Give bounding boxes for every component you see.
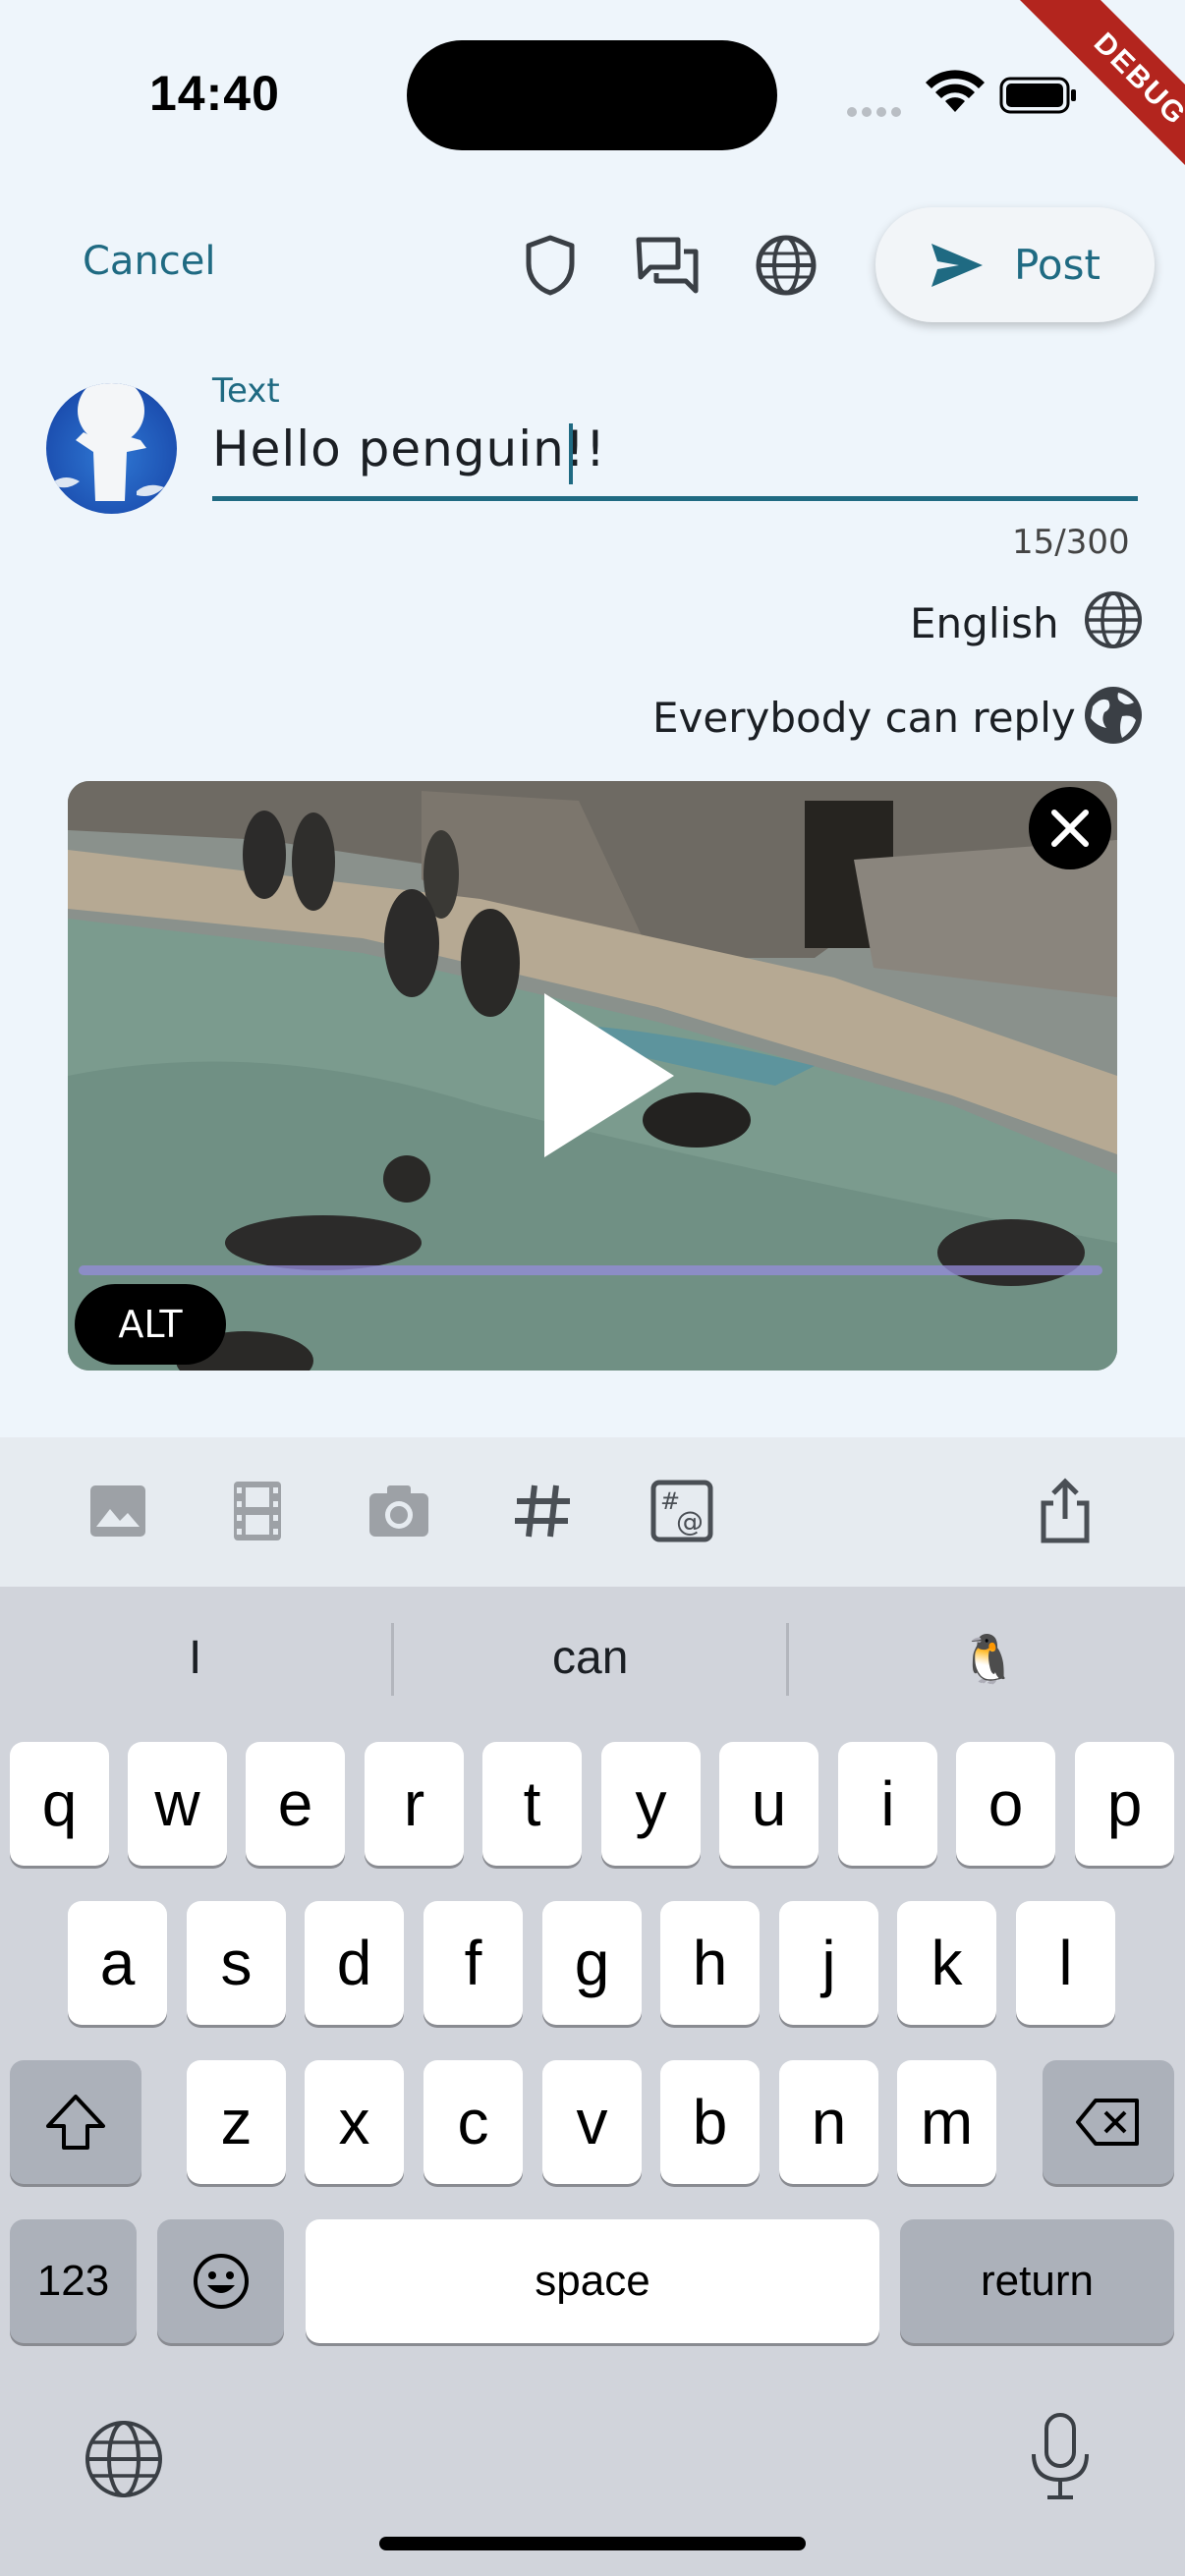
suggestion-divider: [391, 1623, 394, 1696]
svg-text:@: @: [676, 1505, 704, 1538]
avatar[interactable]: [46, 383, 177, 514]
key-d[interactable]: d: [305, 1901, 404, 2025]
key-n[interactable]: n: [779, 2060, 878, 2184]
key-b[interactable]: b: [660, 2060, 760, 2184]
key-v[interactable]: v: [542, 2060, 642, 2184]
key-t[interactable]: t: [482, 1742, 582, 1866]
key-g[interactable]: g: [542, 1901, 642, 2025]
key-u[interactable]: u: [719, 1742, 818, 1866]
suggestion-1[interactable]: I: [189, 1631, 201, 1685]
key-s[interactable]: s: [187, 1901, 286, 2025]
key-r[interactable]: r: [365, 1742, 464, 1866]
key-h[interactable]: h: [660, 1901, 760, 2025]
post-label: Post: [1014, 241, 1100, 289]
key-y[interactable]: y: [601, 1742, 701, 1866]
emoji-key[interactable]: [157, 2219, 284, 2343]
hashtag-icon[interactable]: [507, 1476, 578, 1546]
key-l[interactable]: l: [1016, 1901, 1115, 2025]
key-j[interactable]: j: [779, 1901, 878, 2025]
status-time: 14:40: [149, 66, 280, 121]
suggestion-divider: [786, 1623, 789, 1696]
suggestion-2[interactable]: can: [552, 1631, 628, 1685]
compose-toolbar: [0, 1437, 1185, 1587]
shield-icon[interactable]: [515, 230, 586, 301]
key-c[interactable]: c: [423, 2060, 523, 2184]
image-icon[interactable]: [83, 1476, 153, 1546]
numbers-key[interactable]: 123: [10, 2219, 137, 2343]
wifi-icon: [924, 69, 987, 114]
play-icon[interactable]: [540, 989, 678, 1161]
emoji-icon: [193, 2254, 249, 2309]
send-icon: [931, 243, 984, 287]
film-icon[interactable]: [222, 1476, 293, 1546]
remove-media-button[interactable]: [1029, 787, 1111, 869]
public-earth-icon[interactable]: [1083, 685, 1144, 746]
character-counter: 15/300: [1012, 523, 1130, 562]
space-key[interactable]: space: [306, 2219, 879, 2343]
globe-icon[interactable]: [751, 230, 821, 301]
keyboard-globe-icon[interactable]: [83, 2418, 165, 2500]
key-q[interactable]: q: [10, 1742, 109, 1866]
conversation-icon[interactable]: [633, 230, 704, 301]
key-f[interactable]: f: [423, 1901, 523, 2025]
mention-tag-icon[interactable]: # @: [647, 1476, 717, 1546]
camera-icon[interactable]: [364, 1476, 434, 1546]
key-o[interactable]: o: [956, 1742, 1055, 1866]
key-i[interactable]: i: [838, 1742, 937, 1866]
shift-icon: [46, 2095, 105, 2150]
close-icon: [1051, 810, 1089, 847]
home-indicator[interactable]: [379, 2537, 806, 2550]
key-p[interactable]: p: [1075, 1742, 1174, 1866]
battery-icon: [999, 77, 1078, 114]
text-field-underline: [212, 496, 1138, 501]
shift-key[interactable]: [10, 2060, 141, 2184]
cellular-signal-icon: [847, 102, 906, 121]
dynamic-island: [407, 40, 777, 150]
video-progress-bar[interactable]: [79, 1265, 1102, 1275]
text-cursor: [569, 423, 573, 484]
language-selector-label[interactable]: English: [910, 599, 1059, 647]
reply-setting-label[interactable]: Everybody can reply: [652, 694, 1076, 742]
microphone-icon[interactable]: [1026, 2411, 1095, 2503]
text-field-label: Text: [212, 371, 280, 411]
key-e[interactable]: e: [246, 1742, 345, 1866]
key-m[interactable]: m: [897, 2060, 996, 2184]
post-button[interactable]: Post: [875, 207, 1155, 322]
return-key[interactable]: return: [900, 2219, 1174, 2343]
share-icon[interactable]: [1030, 1476, 1100, 1546]
post-text-input[interactable]: Hello penguin!!: [212, 420, 606, 477]
key-k[interactable]: k: [897, 1901, 996, 2025]
backspace-key[interactable]: [1043, 2060, 1174, 2184]
key-w[interactable]: w: [128, 1742, 227, 1866]
language-globe-icon[interactable]: [1083, 589, 1144, 650]
key-a[interactable]: a: [68, 1901, 167, 2025]
key-x[interactable]: x: [305, 2060, 404, 2184]
cancel-button[interactable]: Cancel: [83, 239, 216, 284]
backspace-icon: [1076, 2099, 1139, 2146]
alt-text-button[interactable]: ALT: [75, 1284, 226, 1365]
key-z[interactable]: z: [187, 2060, 286, 2184]
suggestion-3[interactable]: 🐧: [959, 1631, 1018, 1687]
